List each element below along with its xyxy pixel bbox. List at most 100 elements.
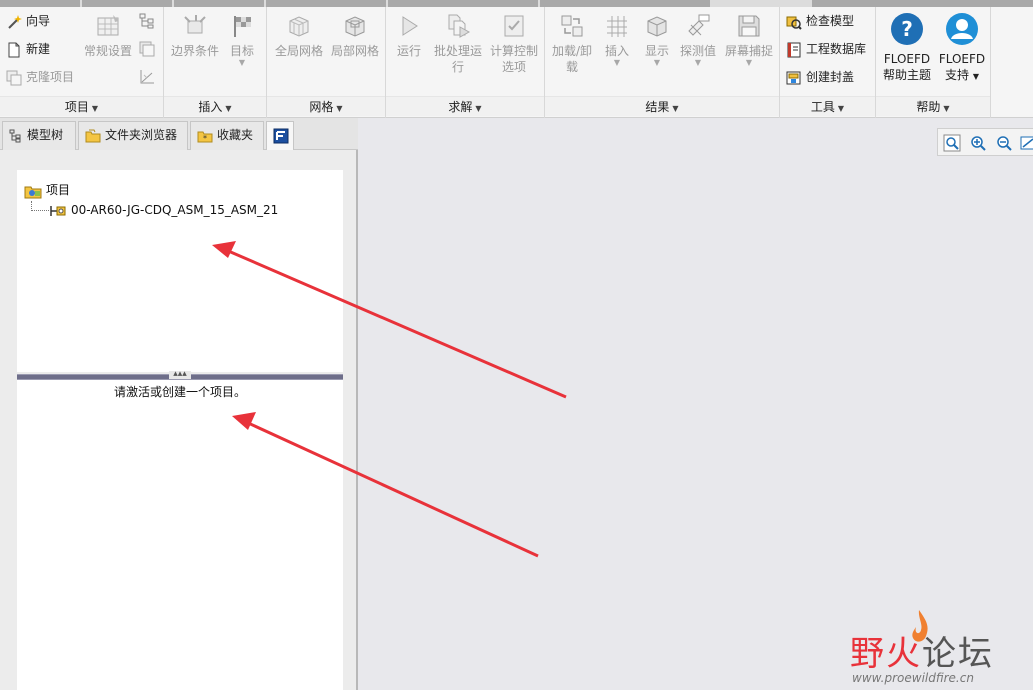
group-insert-label[interactable]: 插入 ▼ xyxy=(164,96,266,116)
wizard-label: 向导 xyxy=(26,14,51,28)
screen-capture-button[interactable]: 屏幕捕捉 ▼ xyxy=(721,13,777,67)
calculation-control-label-1: 计算控制 xyxy=(489,44,538,58)
probe-dropdown-icon: ▼ xyxy=(694,58,702,67)
axes-icon[interactable] xyxy=(139,69,155,85)
local-mesh-button[interactable]: 局部网格 xyxy=(327,13,383,59)
goals-button[interactable]: 目标 ▼ xyxy=(224,13,260,67)
group-project-label[interactable]: 项目 ▼ xyxy=(0,96,163,116)
group-insert: 边界条件 目标 ▼ 插入 ▼ xyxy=(164,7,267,118)
tree-root-projects[interactable]: 项目 xyxy=(24,181,70,199)
tab-favorites[interactable]: * 收藏夹 xyxy=(190,121,264,150)
load-unload-button[interactable]: 加载/卸 载 xyxy=(549,13,595,75)
boundary-conditions-button[interactable]: 边界条件 xyxy=(168,13,222,59)
forum-watermark: 野火论坛 www.proewildfire.cn xyxy=(846,608,1033,690)
floppy-save-icon xyxy=(738,15,760,37)
create-lids-label: 创建封盖 xyxy=(806,70,855,84)
calculation-control-label-2: 选项 xyxy=(501,60,526,74)
copy-icon[interactable] xyxy=(139,41,155,57)
floefd-tab-icon xyxy=(273,128,289,143)
group-tools-label[interactable]: 工具 ▼ xyxy=(780,96,875,116)
help-topics-label-2: 帮助主题 xyxy=(882,68,931,82)
feature-manager-panel: 模型树 文件夹浏览器 * 收藏夹 项目 00-AR60-JG-CDQ_ASM_15… xyxy=(0,118,358,690)
ribbon-tab-segment[interactable] xyxy=(82,0,172,7)
clone-icon xyxy=(6,70,22,85)
display-dropdown-icon: ▼ xyxy=(653,58,661,67)
global-mesh-label: 全局网格 xyxy=(274,44,323,58)
engineering-database-button[interactable]: 工程数据库 xyxy=(786,39,866,59)
support-person-icon xyxy=(946,13,978,45)
tree-item-assembly[interactable]: 00-AR60-JG-CDQ_ASM_15_ASM_21 xyxy=(31,201,278,219)
activate-project-message: 请激活或创建一个项目。 xyxy=(113,385,246,399)
ribbon-tab-segment[interactable] xyxy=(812,0,1033,7)
zoom-out-icon[interactable] xyxy=(995,134,1013,152)
help-topics-button[interactable]: ? FLOEFD 帮助主题 xyxy=(879,11,935,83)
probe-button[interactable]: 探测值 ▼ xyxy=(677,13,719,67)
zoom-area-icon[interactable] xyxy=(1020,134,1033,152)
display-label: 显示 xyxy=(644,44,669,58)
boundary-conditions-label: 边界条件 xyxy=(170,44,219,58)
support-label-1: FLOEFD xyxy=(938,52,986,66)
projects-folder-icon xyxy=(24,186,42,198)
load-unload-label-2: 载 xyxy=(565,60,578,74)
svg-text:*: * xyxy=(203,134,207,143)
global-mesh-button[interactable]: 全局网格 xyxy=(271,13,327,59)
group-help-label[interactable]: 帮助 ▼ xyxy=(876,96,990,116)
assembly-config-icon xyxy=(50,205,66,216)
general-settings-button[interactable]: 常规设置 xyxy=(82,13,134,59)
database-book-icon xyxy=(787,42,801,57)
tree-item-assembly-label: 00-AR60-JG-CDQ_ASM_15_ASM_21 xyxy=(71,203,279,217)
zoom-in-icon[interactable] xyxy=(969,134,987,152)
help-question-icon: ? xyxy=(891,13,923,45)
ribbon-tab-segment[interactable] xyxy=(174,0,264,7)
load-unload-icon xyxy=(561,15,583,37)
check-model-button[interactable]: 检查模型 xyxy=(786,11,854,31)
batch-run-icon xyxy=(448,14,471,38)
run-button[interactable]: 运行 xyxy=(390,13,428,59)
create-lids-icon xyxy=(786,71,801,84)
group-solve: 运行 批处理运 行 计算控制 选项 求解 ▼ xyxy=(386,7,545,118)
group-project: 向导 新建 克隆项目 常规设置 项目 ▼ xyxy=(0,7,164,118)
display-cube-icon xyxy=(647,16,667,37)
group-tools: 检查模型 工程数据库 创建封盖 工具 ▼ xyxy=(780,7,876,118)
load-unload-label-1: 加载/卸 xyxy=(551,44,593,58)
screen-capture-dropdown-icon: ▼ xyxy=(745,58,753,67)
goals-label: 目标 xyxy=(229,44,254,58)
calculation-control-button[interactable]: 计算控制 选项 xyxy=(486,13,542,75)
batch-run-button[interactable]: 批处理运 行 xyxy=(430,13,486,75)
svg-text:?: ? xyxy=(901,17,913,41)
model-tree-icon xyxy=(9,129,21,142)
ribbon-tab-segment[interactable] xyxy=(0,0,80,7)
ribbon-tab-segment[interactable] xyxy=(540,0,710,7)
tab-model-tree[interactable]: 模型树 xyxy=(2,121,76,150)
probe-label: 探测值 xyxy=(679,44,716,58)
group-results-label[interactable]: 结果 ▼ xyxy=(545,96,779,116)
results-insert-button[interactable]: 插入 ▼ xyxy=(597,13,637,67)
clone-project-button[interactable]: 克隆项目 xyxy=(6,67,74,87)
checkered-flag-icon xyxy=(234,16,251,37)
ribbon-tab-strip xyxy=(0,0,1033,7)
grid-insert-icon xyxy=(607,16,627,37)
display-button[interactable]: 显示 ▼ xyxy=(637,13,677,67)
wizard-button[interactable]: 向导 xyxy=(6,11,50,31)
ribbon-tab-segment[interactable] xyxy=(266,0,386,7)
zoom-fit-icon[interactable] xyxy=(943,134,961,152)
create-lids-button[interactable]: 创建封盖 xyxy=(786,67,854,87)
ribbon-tab-segment[interactable] xyxy=(388,0,538,7)
local-mesh-label: 局部网格 xyxy=(330,44,379,58)
tab-floefd[interactable] xyxy=(266,121,294,150)
tree-icon[interactable] xyxy=(139,13,155,29)
view-toolbar xyxy=(937,128,1033,156)
general-settings-label: 常规设置 xyxy=(83,44,132,58)
group-mesh: 全局网格 局部网格 网格 ▼ xyxy=(267,7,386,118)
batch-run-label-1: 批处理运 xyxy=(433,44,482,58)
tab-favorites-label: 收藏夹 xyxy=(217,128,254,142)
settings-grid-icon xyxy=(97,15,119,36)
support-button[interactable]: FLOEFD 支持 ▼ xyxy=(934,11,990,85)
folder-browser-icon xyxy=(85,129,101,142)
group-mesh-label[interactable]: 网格 ▼ xyxy=(267,96,385,116)
tab-folder-browser[interactable]: 文件夹浏览器 xyxy=(78,121,188,150)
favorites-folder-icon: * xyxy=(197,131,213,143)
new-project-button[interactable]: 新建 xyxy=(6,39,50,59)
group-solve-label[interactable]: 求解 ▼ xyxy=(386,96,544,116)
ribbon: 向导 新建 克隆项目 常规设置 项目 ▼ 边界条件 目标 ▼ 插入 ▼ 全局网格… xyxy=(0,7,1033,118)
